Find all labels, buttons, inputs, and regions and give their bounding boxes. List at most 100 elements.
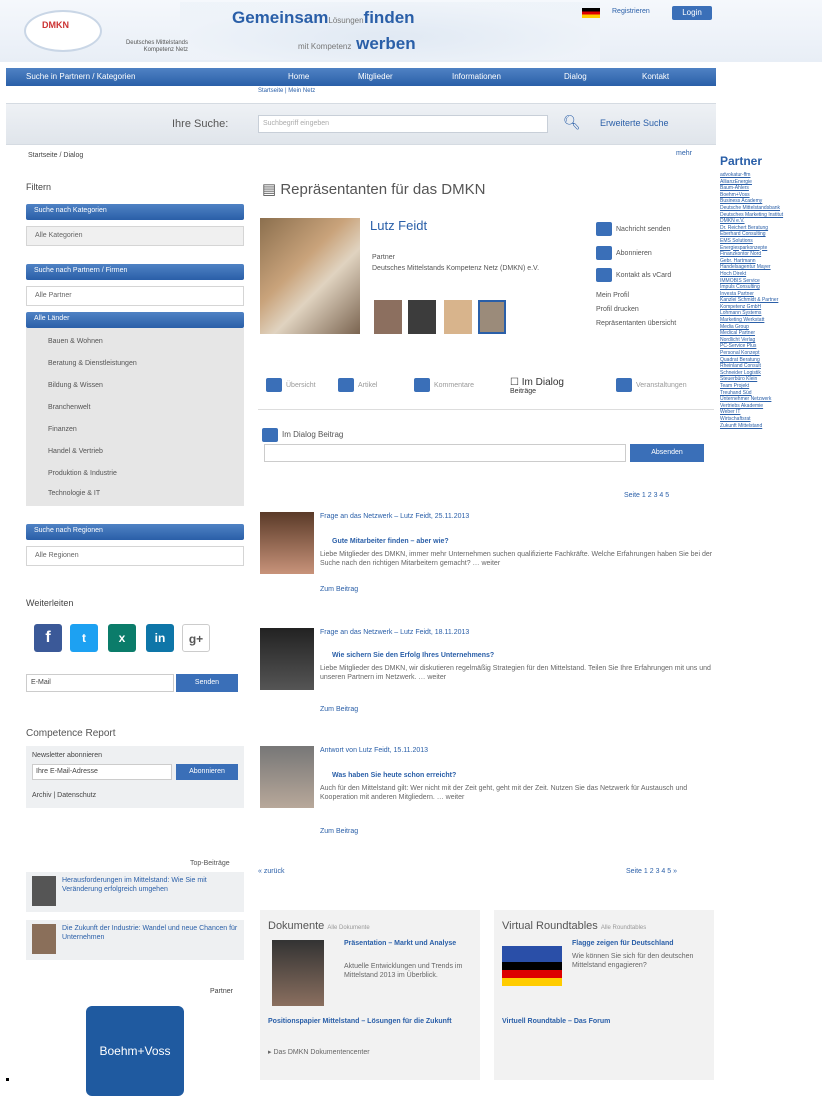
next-pages[interactable]: Seite 1 2 3 4 5 »: [626, 868, 677, 875]
partner-link[interactable]: Kompetenz GmbH: [720, 304, 820, 311]
author-avatar[interactable]: [260, 746, 314, 808]
nav-home[interactable]: Home: [288, 72, 309, 81]
nav-members[interactable]: Mitglieder: [358, 72, 393, 81]
dialog-input[interactable]: [264, 444, 626, 462]
top-post-item[interactable]: Herausforderungen im Mittelstand: Wie Si…: [26, 872, 244, 912]
partner-link[interactable]: Steuerbüro Klein: [720, 376, 820, 383]
partner-link[interactable]: Schneider Logistik: [720, 370, 820, 377]
tab-dialog[interactable]: ☐ Im Dialog Beiträge: [510, 378, 564, 410]
back-link[interactable]: « zurück: [258, 868, 284, 875]
partner-link[interactable]: IMMOBIS Service: [720, 278, 820, 285]
partner-link[interactable]: Treuhand Süd: [720, 390, 820, 397]
google-plus-icon[interactable]: g+: [182, 624, 210, 652]
filter-item[interactable]: Beratung & Dienstleistungen: [48, 360, 137, 367]
partner-link[interactable]: Media Group: [720, 324, 820, 331]
rep-thumbnail[interactable]: [374, 300, 402, 334]
subscribe-profile-button[interactable]: Abonnieren: [596, 246, 708, 260]
partner-input[interactable]: Alle Partner: [26, 286, 244, 306]
send-message-button[interactable]: Nachricht senden: [596, 222, 708, 236]
partner-link[interactable]: Team Projekt: [720, 383, 820, 390]
profile-link[interactable]: Mein Profil: [596, 292, 708, 299]
partner-link[interactable]: Kanzlei Schmidt & Partner: [720, 297, 820, 304]
rep-thumbnail[interactable]: [478, 300, 506, 334]
partner-link[interactable]: Finanzkontor Nord: [720, 251, 820, 258]
feed-title[interactable]: Gute Mitarbeiter finden – aber wie?: [332, 538, 449, 545]
submit-button[interactable]: Absenden: [630, 444, 704, 462]
partner-link[interactable]: PC-Service Plus: [720, 343, 820, 350]
partner-link[interactable]: Dr. Reichert Beratung: [720, 225, 820, 232]
partner-link[interactable]: Unternehmer Netzwerk: [720, 396, 820, 403]
roundtable-title[interactable]: Flagge zeigen für Deutschland: [572, 940, 708, 947]
print-profile-link[interactable]: Profil drucken: [596, 306, 708, 313]
filter-item[interactable]: Bildung & Wissen: [48, 382, 103, 389]
filter-item[interactable]: Bauen & Wohnen: [48, 338, 103, 345]
tab-articles[interactable]: Artikel: [338, 378, 377, 410]
email-field[interactable]: E-Mail: [26, 674, 174, 692]
partner-link[interactable]: Baum-Ahlers: [720, 185, 820, 192]
partner-search-box[interactable]: Suche nach Partnern / Firmen: [26, 264, 244, 280]
extended-search-link[interactable]: Erweiterte Suche: [600, 118, 669, 128]
newsletter-email-input[interactable]: Ihre E-Mail-Adresse: [32, 764, 172, 780]
partner-link[interactable]: Weber IT: [720, 409, 820, 416]
partner-link[interactable]: Impuls Consulting: [720, 284, 820, 291]
partner-link[interactable]: Energiesparkonzepte: [720, 245, 820, 252]
post-title[interactable]: Herausforderungen im Mittelstand: Wie Si…: [62, 876, 238, 894]
feed-link[interactable]: Zum Beitrag: [320, 586, 358, 593]
partner-link[interactable]: Vertriebs Akademie: [720, 403, 820, 410]
boehm-voss-logo[interactable]: Boehm+Voss: [86, 1006, 184, 1096]
vcard-button[interactable]: Kontakt als vCard: [596, 268, 708, 282]
feed-meta[interactable]: Frage an das Netzwerk – Lutz Feidt, 25.1…: [320, 512, 714, 521]
nav-search-categories[interactable]: Suche in Partnern / Kategorien: [26, 72, 135, 81]
partner-link[interactable]: Marketing Werkstatt: [720, 317, 820, 324]
document-thumbnail[interactable]: [272, 940, 324, 1006]
document-bullet[interactable]: ▸ Das DMKN Dokumentencenter: [268, 1048, 370, 1056]
post-title[interactable]: Die Zukunft der Industrie: Wandel und ne…: [62, 924, 238, 942]
person-name[interactable]: Lutz Feidt: [370, 218, 427, 233]
filter-item[interactable]: Handel & Vertrieb: [48, 448, 103, 455]
partner-link[interactable]: Medical Partner: [720, 330, 820, 337]
german-flag-icon[interactable]: [582, 8, 600, 18]
partner-link[interactable]: advokatur-ffm: [720, 172, 820, 179]
partner-link[interactable]: AllianzEnergie: [720, 179, 820, 186]
nav-info[interactable]: Informationen: [452, 72, 501, 81]
newsletter-links[interactable]: Archiv | Datenschutz: [32, 792, 96, 799]
nav-contact[interactable]: Kontakt: [642, 72, 669, 81]
pagination[interactable]: Seite 1 2 3 4 5: [624, 492, 669, 499]
feed-title[interactable]: Wie sichern Sie den Erfolg Ihres Unterne…: [332, 652, 494, 659]
document-link[interactable]: Positionspapier Mittelstand – Lösungen f…: [268, 1018, 468, 1025]
filter-all-countries[interactable]: Alle Länder: [26, 312, 244, 328]
region-search-box[interactable]: Suche nach Regionen: [26, 524, 244, 540]
category-search-box[interactable]: Suche nach Kategorien: [26, 204, 244, 220]
tab-comments[interactable]: Kommentare: [414, 378, 474, 410]
partner-link[interactable]: Quadrat Beratung: [720, 357, 820, 364]
rep-thumbnail[interactable]: [408, 300, 436, 334]
partner-link[interactable]: Deutsche Mittelstandsbank: [720, 205, 820, 212]
author-avatar[interactable]: [260, 512, 314, 574]
top-post-item[interactable]: Die Zukunft der Industrie: Wandel und ne…: [26, 920, 244, 960]
search-input[interactable]: Suchbegriff eingeben: [258, 115, 548, 133]
filter-item[interactable]: Finanzen: [48, 426, 77, 433]
tab-events[interactable]: Veranstaltungen: [616, 378, 687, 410]
author-avatar[interactable]: [260, 628, 314, 690]
more-link[interactable]: mehr: [676, 150, 692, 157]
partner-link[interactable]: Wirtschaftsrat: [720, 416, 820, 423]
feed-link[interactable]: Zum Beitrag: [320, 706, 358, 713]
search-icon[interactable]: 🔍︎: [563, 114, 581, 131]
partner-link[interactable]: Gebr. Hartmann: [720, 258, 820, 265]
partner-link[interactable]: Business Academy: [720, 198, 820, 205]
flag-thumbnail[interactable]: [502, 946, 562, 986]
sub-nav[interactable]: Startseite | Mein Netz: [258, 88, 315, 94]
register-link[interactable]: Registrieren: [612, 8, 650, 15]
filter-item[interactable]: Branchenwelt: [48, 404, 90, 411]
partner-link[interactable]: DMKN e.V.: [720, 218, 820, 225]
partner-link[interactable]: Personal Konzept: [720, 350, 820, 357]
category-select[interactable]: Alle Kategorien: [26, 226, 244, 246]
partner-link[interactable]: Rheinland Consult: [720, 363, 820, 370]
document-title[interactable]: Präsentation – Markt und Analyse: [344, 940, 474, 947]
twitter-icon[interactable]: t: [70, 624, 98, 652]
feed-title[interactable]: Was haben Sie heute schon erreicht?: [332, 772, 456, 779]
facebook-icon[interactable]: f: [34, 624, 62, 652]
feed-meta[interactable]: Antwort von Lutz Feidt, 15.11.2013: [320, 746, 714, 755]
nav-dialog[interactable]: Dialog: [564, 72, 587, 81]
partner-link[interactable]: Hoch Direkt: [720, 271, 820, 278]
